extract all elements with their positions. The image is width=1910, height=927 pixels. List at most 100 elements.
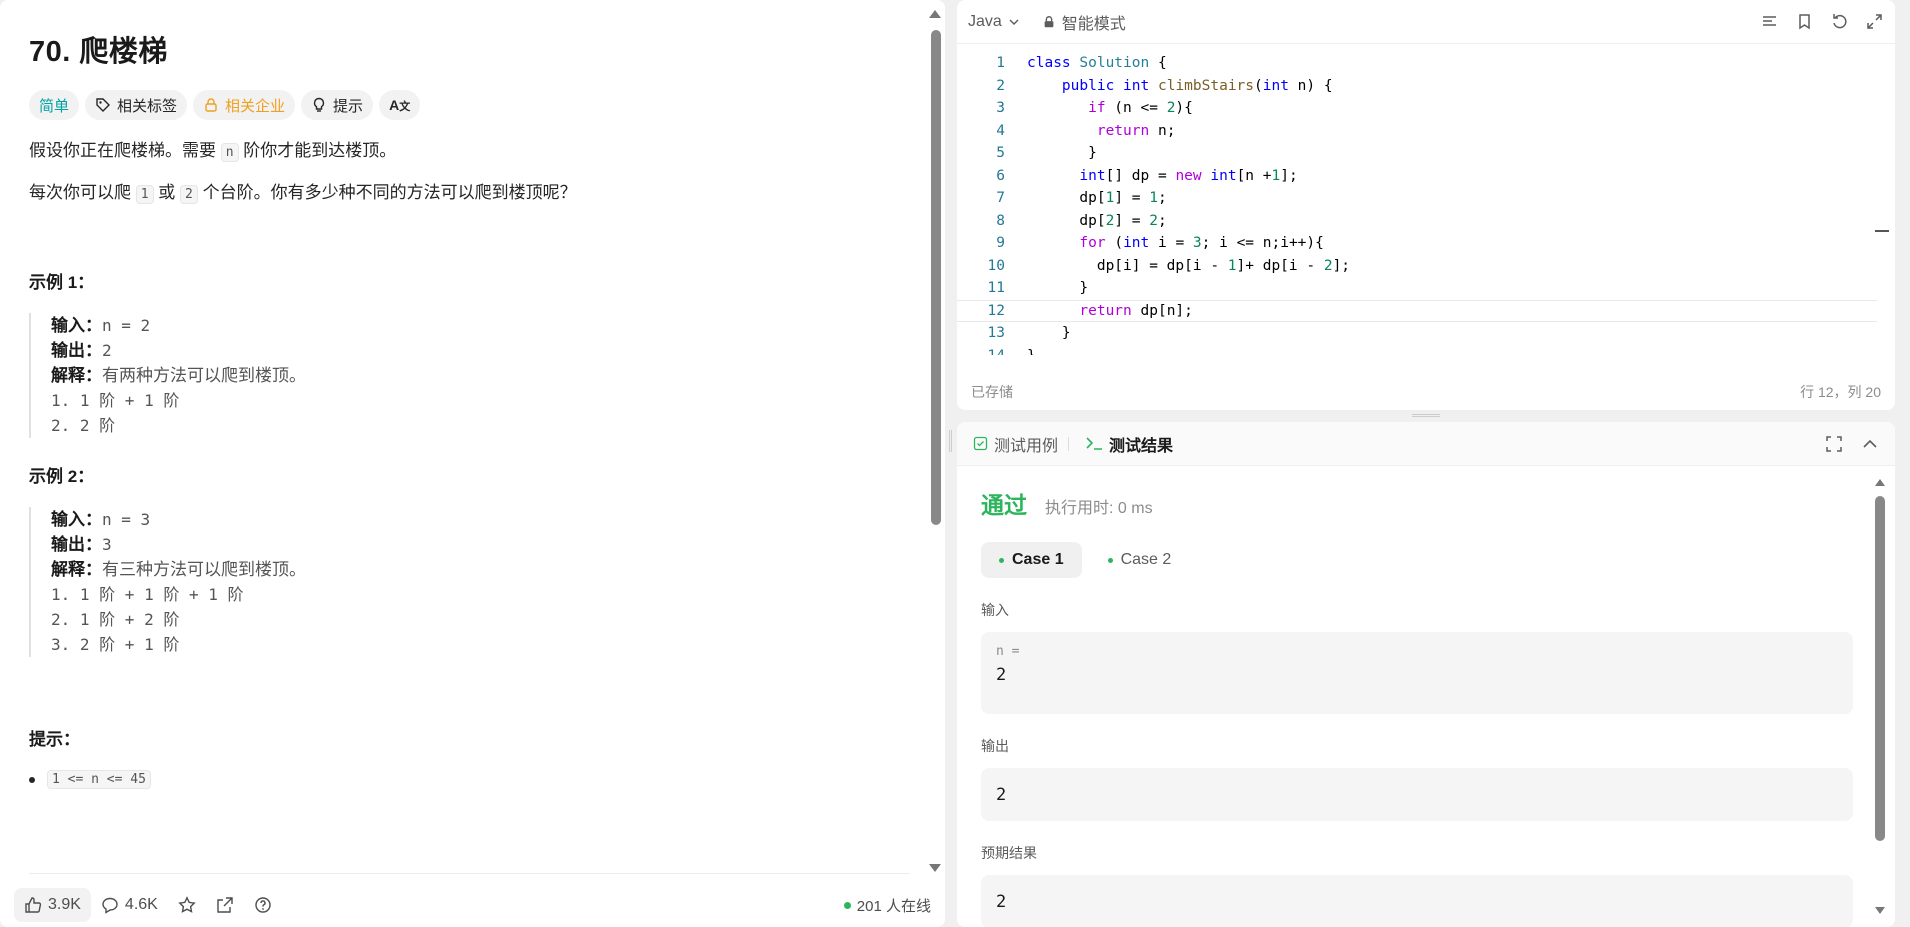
case-1-label: Case 1: [1012, 551, 1064, 568]
output-box: 2: [981, 768, 1853, 821]
test-result-panel: 测试用例 测试结果 通过 执行用时: 0 ms Case 1 Case 2 输入…: [957, 422, 1895, 927]
desc-paragraph-1: 假设你正在爬楼梯。需要 n 阶你才能到达楼顶。: [29, 138, 901, 166]
terminal-icon: [1086, 437, 1103, 450]
difficulty-badge[interactable]: 简单: [29, 90, 80, 120]
fullscreen-icon[interactable]: [1865, 12, 1884, 31]
vertical-resize-handle[interactable]: [1412, 414, 1440, 417]
code-line: 5 }: [996, 145, 1097, 162]
editor-toolbar: Java 智能模式: [957, 0, 1895, 44]
case-tab-2[interactable]: Case 2: [1090, 542, 1190, 578]
problem-scrollbar[interactable]: [931, 30, 941, 525]
hint-label: 提示: [333, 97, 364, 115]
example-input: n = 2: [102, 316, 151, 335]
constraints-title: 提示：: [29, 730, 80, 749]
input-label: 输入：: [51, 316, 102, 335]
reset-icon[interactable]: [1830, 12, 1849, 31]
saved-status: 已存储: [971, 384, 1013, 400]
mode-label: 智能模式: [1061, 15, 1126, 33]
problem-content: 70. 爬楼梯 简单 相关标签 相关企业 提示 A文 假设你正在爬楼梯。需要 n…: [0, 0, 930, 875]
code-line: 4 return n;: [996, 122, 1176, 139]
format-icon[interactable]: [1760, 12, 1779, 31]
translate-button[interactable]: A文: [379, 90, 421, 120]
example-1-block: 输入：n = 2 输出：2 解释：有两种方法可以爬到楼顶。 1. 1 阶 + 1…: [29, 313, 901, 438]
case-tab-1[interactable]: Case 1: [981, 542, 1082, 578]
output-label: 输出：: [51, 341, 102, 360]
lock-icon: [1044, 15, 1054, 27]
cursor-position: 行 12，列 20: [1800, 384, 1881, 400]
case-tabs: Case 1 Case 2: [981, 542, 1871, 578]
desc-text: 或: [158, 183, 176, 202]
problem-footer: 3.9K 4.6K 201 人在线: [14, 888, 931, 922]
result-scrollbar[interactable]: [1875, 496, 1885, 841]
favorite-button[interactable]: [168, 888, 206, 922]
scroll-down-arrow[interactable]: [929, 864, 941, 872]
tab-testresult-label: 测试结果: [1109, 437, 1174, 455]
pass-dot-icon: [1107, 557, 1113, 563]
example-input: n = 3: [102, 510, 151, 529]
related-tags-label: 相关标签: [117, 97, 178, 115]
input-label: 输入：: [51, 510, 102, 529]
editor-statusbar: 已存储 行 12，列 20: [957, 374, 1895, 410]
input-section-label: 输入: [981, 602, 1009, 618]
verdict-row: 通过 执行用时: 0 ms: [981, 486, 1871, 520]
language-label: Java: [968, 12, 1002, 30]
code-line: 6 int[] dp = new int[n +1];: [996, 167, 1298, 184]
result-scroll-down-arrow[interactable]: [1875, 907, 1885, 914]
code-line: 10 dp[i] = dp[i - 1]+ dp[i - 2];: [987, 257, 1351, 274]
share-button[interactable]: [206, 888, 244, 922]
bookmark-icon[interactable]: [1795, 12, 1814, 31]
pass-dot-icon: [999, 557, 1004, 563]
code-line: 7 dp[1] = 1;: [996, 190, 1167, 207]
expected-value: 2: [996, 891, 1007, 912]
chevron-up-icon[interactable]: [1861, 435, 1879, 453]
comments-button[interactable]: 4.6K: [91, 888, 168, 922]
output-value: 2: [996, 784, 1007, 805]
maximize-icon[interactable]: [1825, 435, 1843, 453]
example-output: 3: [102, 535, 112, 554]
inline-code: n: [220, 143, 239, 162]
desc-text: 阶你才能到达楼顶。: [243, 141, 397, 160]
help-button[interactable]: [244, 888, 282, 922]
question-icon: [255, 897, 271, 913]
footer-divider: [29, 873, 910, 874]
tab-testresult[interactable]: 测试结果: [1085, 432, 1173, 456]
example-step: 3. 2 阶 + 1 阶: [51, 635, 180, 654]
tab-testcases[interactable]: 测试用例: [973, 432, 1058, 456]
expected-section-label: 预期结果: [981, 845, 1037, 861]
desc-text: 每次你可以爬: [29, 183, 131, 202]
example-step: 1. 1 阶 + 1 阶 + 1 阶: [51, 585, 244, 604]
example-explain: 有三种方法可以爬到楼顶。: [102, 560, 306, 579]
star-icon: [178, 896, 196, 913]
runtime: 执行用时: 0 ms: [1045, 500, 1153, 517]
code-editor-panel: Java 智能模式 1 class Solution { 2 public int…: [957, 0, 1895, 410]
smart-mode-toggle[interactable]: 智能模式: [1042, 10, 1126, 34]
related-tags-button[interactable]: 相关标签: [85, 90, 188, 120]
comment-count: 4.6K: [124, 896, 158, 913]
like-button[interactable]: 3.9K: [14, 888, 91, 922]
example-2-title: 示例 2：: [29, 467, 95, 486]
checkbox-icon: [973, 436, 988, 451]
example-step: 1. 1 阶 + 1 阶: [51, 391, 180, 410]
explain-label: 解释：: [51, 366, 102, 385]
related-companies-label: 相关企业: [225, 97, 286, 115]
problem-description: 假设你正在爬楼梯。需要 n 阶你才能到达楼顶。 每次你可以爬 1 或 2 个台阶…: [29, 138, 901, 208]
result-scroll-up-arrow[interactable]: [1875, 479, 1885, 486]
scroll-up-arrow[interactable]: [929, 10, 941, 18]
code-line: 13 }: [987, 325, 1071, 342]
input-variable: n =: [996, 644, 1020, 659]
expected-box: 2: [981, 875, 1853, 927]
language-select[interactable]: Java: [968, 13, 1020, 31]
result-body: 通过 执行用时: 0 ms Case 1 Case 2 输入 n = 2 输出 …: [957, 466, 1895, 927]
code-area[interactable]: 1 class Solution { 2 public int climbStai…: [957, 52, 1877, 355]
hint-button[interactable]: 提示: [301, 90, 374, 120]
tab-testcases-label: 测试用例: [994, 437, 1059, 455]
example-step: 2. 1 阶 + 2 阶: [51, 610, 180, 629]
example-2-block: 输入：n = 3 输出：3 解释：有三种方法可以爬到楼顶。 1. 1 阶 + 1…: [29, 507, 901, 657]
code-line: 8 dp[2] = 2;: [996, 212, 1167, 229]
horizontal-resize-handle[interactable]: [949, 430, 952, 452]
online-dot-icon: [843, 901, 851, 909]
constraint-item: 1 <= n <= 45: [29, 770, 901, 789]
tag-row: 简单 相关标签 相关企业 提示 A文: [29, 90, 901, 120]
related-companies-button[interactable]: 相关企业: [193, 90, 296, 120]
code-line: 2 public int climbStairs(int n) {: [996, 77, 1333, 94]
